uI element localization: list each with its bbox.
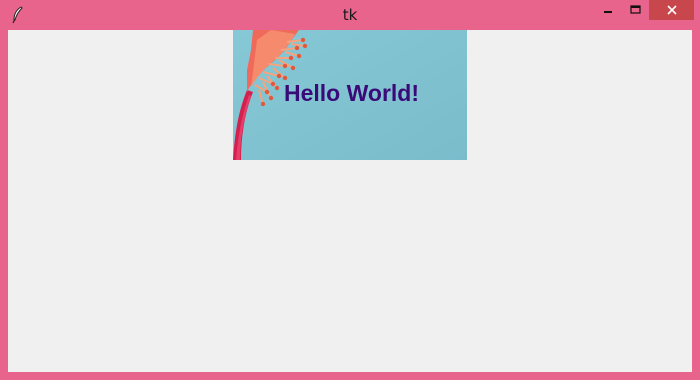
tk-window: tk Hello World! xyxy=(0,0,700,380)
close-button[interactable] xyxy=(649,0,694,20)
maximize-button[interactable] xyxy=(622,0,648,20)
image-label: Hello World! xyxy=(233,30,467,160)
minimize-button[interactable] xyxy=(595,0,621,20)
minimize-icon xyxy=(604,11,612,13)
maximize-icon xyxy=(629,5,641,14)
close-icon xyxy=(666,5,677,15)
client-area: Hello World! xyxy=(8,30,692,372)
title-bar[interactable]: tk xyxy=(0,0,700,30)
hello-world-text: Hello World! xyxy=(284,80,420,106)
